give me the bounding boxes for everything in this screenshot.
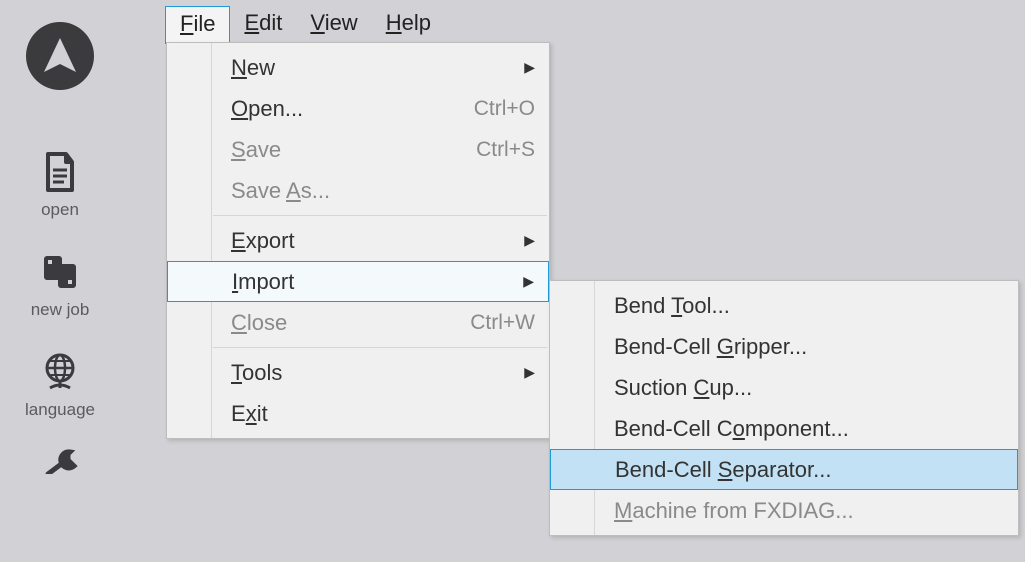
- menu-export[interactable]: Export ▶: [167, 220, 549, 261]
- globe-icon: [38, 350, 82, 394]
- menu-help[interactable]: Help: [372, 6, 445, 44]
- shortcut-label: Ctrl+O: [474, 97, 535, 121]
- submenu-arrow-icon: ▶: [524, 364, 535, 381]
- arrow-up-icon: [38, 34, 82, 78]
- submenu-bend-cell-gripper[interactable]: Bend-Cell Gripper...: [550, 326, 1018, 367]
- menu-exit[interactable]: Exit: [167, 393, 549, 434]
- menu-separator: [213, 215, 547, 216]
- menu-save: Save Ctrl+S: [167, 129, 549, 170]
- sidebar-settings[interactable]: [38, 446, 82, 474]
- sidebar-open[interactable]: open: [38, 150, 82, 220]
- submenu-machine-from-fxdiag: Machine from FXDIAG...: [550, 490, 1018, 531]
- menubar: File Edit View Help: [165, 6, 445, 44]
- submenu-bend-cell-component[interactable]: Bend-Cell Component...: [550, 408, 1018, 449]
- menu-edit[interactable]: Edit: [230, 6, 296, 44]
- sidebar-open-label: open: [41, 200, 79, 220]
- wrench-icon: [38, 446, 82, 474]
- sidebar-language[interactable]: language: [25, 350, 95, 420]
- menu-new[interactable]: New ▶: [167, 47, 549, 88]
- shortcut-label: Ctrl+W: [470, 311, 535, 335]
- submenu-arrow-icon: ▶: [524, 232, 535, 249]
- menu-view[interactable]: View: [296, 6, 371, 44]
- import-submenu: Bend Tool... Bend-Cell Gripper... Suctio…: [549, 280, 1019, 536]
- menu-open[interactable]: Open... Ctrl+O: [167, 88, 549, 129]
- sidebar-language-label: language: [25, 400, 95, 420]
- menu-import[interactable]: Import ▶: [167, 261, 549, 302]
- document-icon: [38, 150, 82, 194]
- submenu-bend-cell-separator[interactable]: Bend-Cell Separator...: [550, 449, 1018, 490]
- menu-close: Close Ctrl+W: [167, 302, 549, 343]
- sidebar-new-job-label: new job: [31, 300, 90, 320]
- menu-file[interactable]: File: [165, 6, 230, 44]
- submenu-arrow-icon: ▶: [524, 59, 535, 76]
- file-dropdown: New ▶ Open... Ctrl+O Save Ctrl+S Save As…: [166, 42, 550, 439]
- shortcut-label: Ctrl+S: [476, 138, 535, 162]
- app-logo: [26, 22, 94, 90]
- submenu-bend-tool[interactable]: Bend Tool...: [550, 285, 1018, 326]
- menu-separator: [213, 347, 547, 348]
- submenu-arrow-icon: ▶: [523, 273, 534, 290]
- menu-save-as: Save As...: [167, 170, 549, 211]
- sidebar-new-job[interactable]: new job: [31, 250, 90, 320]
- new-job-icon: [38, 250, 82, 294]
- sidebar: open new job language: [0, 0, 120, 562]
- submenu-suction-cup[interactable]: Suction Cup...: [550, 367, 1018, 408]
- menu-tools[interactable]: Tools ▶: [167, 352, 549, 393]
